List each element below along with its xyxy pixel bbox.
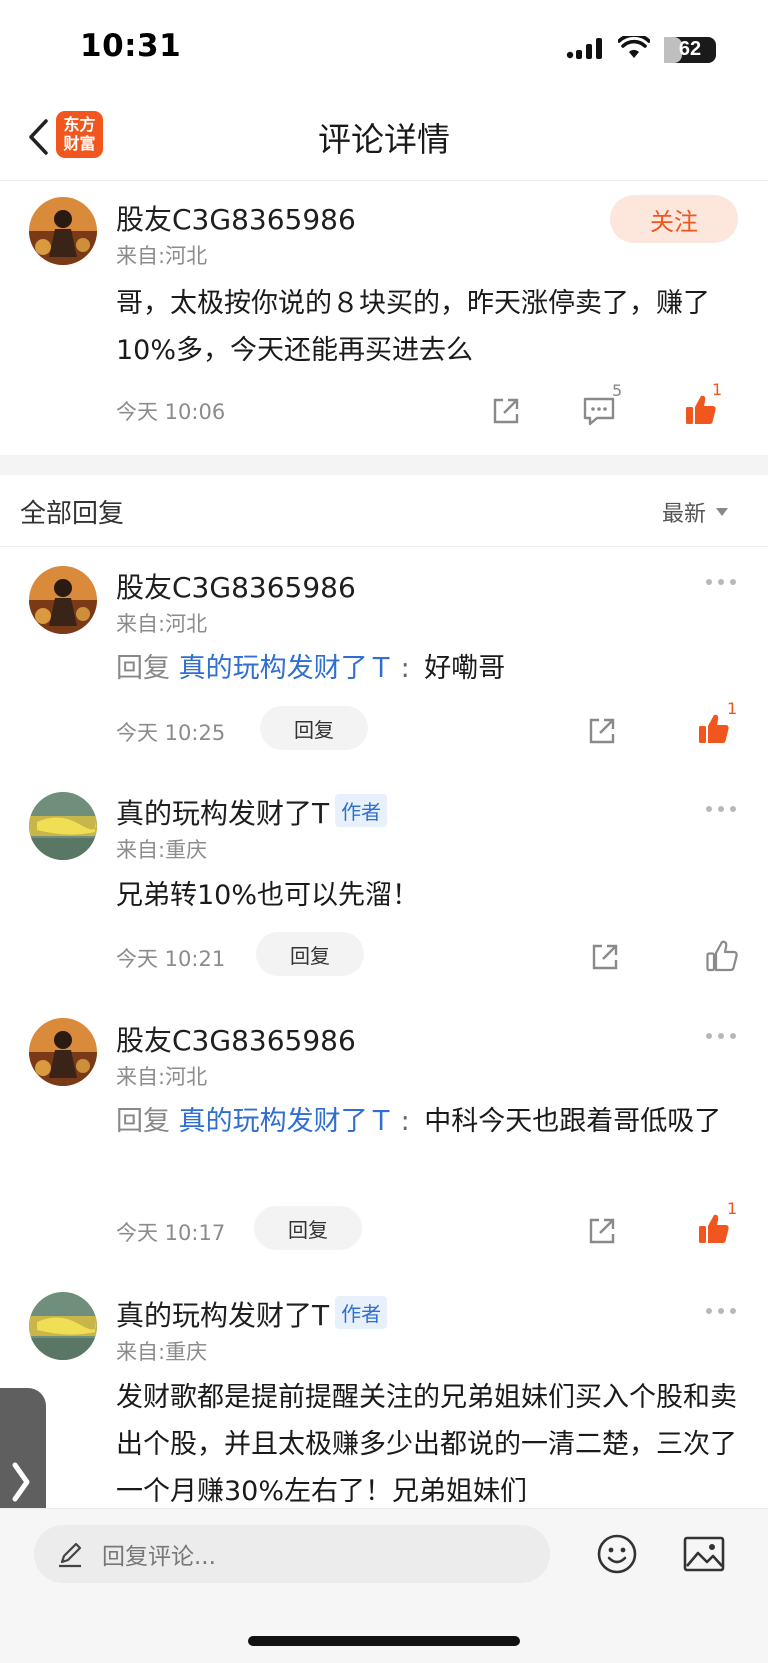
more-icon[interactable] (706, 806, 736, 812)
home-indicator (248, 1636, 520, 1646)
reply-body: 好嘞哥 (424, 653, 506, 684)
like-count: 1 (727, 699, 738, 718)
share-icon[interactable] (587, 939, 623, 975)
reply-author[interactable]: 股友C3G8365986 (116, 566, 356, 606)
reply-author-row: 真的玩构发财了T 作者 (116, 1294, 388, 1334)
reply-location: 来自:重庆 (116, 838, 208, 862)
status-icons: 62 (566, 33, 716, 64)
comment-count: 5 (612, 381, 623, 400)
reply-text: 回复 真的玩构发财了Ｔ: 好嘞哥 (116, 653, 506, 684)
comment-location: 来自:河北 (116, 244, 208, 268)
reply-time: 今天 10:21 (116, 947, 226, 971)
battery-icon: 62 (664, 37, 716, 63)
share-icon[interactable] (584, 1213, 620, 1249)
follow-button[interactable]: 关注 (610, 195, 738, 243)
header-divider (0, 180, 768, 181)
avatar[interactable] (29, 1292, 97, 1360)
like-count: 1 (727, 1199, 738, 1218)
reply-mention[interactable]: 真的玩构发财了Ｔ (179, 1106, 395, 1137)
reply-author-row: 真的玩构发财了T 作者 (116, 792, 388, 832)
reply-text: 发财歌都是提前提醒关注的兄弟姐妹们买入个股和卖出个股，并且太极赚多少出都说的一清… (116, 1382, 737, 1507)
comment-author[interactable]: 股友C3G8365986 (116, 198, 356, 238)
reply-author[interactable]: 真的玩构发财了T (116, 797, 329, 830)
reply-prefix: 回复 (116, 653, 170, 684)
reply-body: 中科今天也跟着哥低吸了 (424, 1106, 722, 1137)
caret-down-icon (716, 508, 728, 516)
section-separator (0, 455, 768, 475)
page-title: 评论详情 (318, 120, 450, 159)
signal-icon (566, 36, 604, 64)
reply-text: 回复 真的玩构发财了Ｔ: 中科今天也跟着哥低吸了 (116, 1106, 722, 1137)
reply-location: 来自:重庆 (116, 1340, 208, 1364)
avatar[interactable] (29, 792, 97, 860)
pencil-icon (59, 1542, 82, 1568)
reply-location: 来自:河北 (116, 1065, 208, 1089)
share-icon[interactable] (488, 393, 524, 429)
image-icon[interactable] (680, 1530, 728, 1578)
battery-level: 62 (678, 38, 702, 60)
share-icon[interactable] (584, 713, 620, 749)
reply-location: 来自:河北 (116, 612, 208, 636)
author-badge: 作者 (335, 794, 388, 827)
sort-dropdown[interactable]: 最新 (662, 496, 728, 528)
comment-time: 今天 10:06 (116, 400, 226, 424)
status-time: 10:31 (80, 28, 182, 64)
more-icon[interactable] (706, 1033, 736, 1039)
reply-input[interactable]: 回复评论... (34, 1525, 550, 1583)
comment-text: 哥，太极按你说的８块买的，昨天涨停卖了，赚了10%多，今天还能再买进去么 (116, 288, 710, 366)
avatar[interactable] (29, 566, 97, 634)
section-divider (0, 546, 768, 547)
more-icon[interactable] (706, 1308, 736, 1314)
chevron-right-icon (12, 1462, 30, 1502)
more-icon[interactable] (706, 579, 736, 585)
like-count: 1 (712, 380, 723, 399)
reply-button[interactable]: 回复 (256, 932, 364, 976)
reply-text: 兄弟转10%也可以先溜！ (116, 880, 420, 911)
reply-prefix: 回复 (116, 1106, 170, 1137)
reply-author[interactable]: 股友C3G8365986 (116, 1019, 356, 1059)
reply-time: 今天 10:25 (116, 721, 226, 745)
emoji-icon[interactable] (593, 1530, 641, 1578)
wifi-icon (617, 33, 651, 64)
avatar[interactable] (29, 1018, 97, 1086)
like-outline-icon[interactable] (703, 937, 741, 975)
reply-button[interactable]: 回复 (254, 1206, 362, 1250)
reply-author[interactable]: 真的玩构发财了T (116, 1299, 329, 1332)
author-badge: 作者 (335, 1296, 388, 1329)
reply-button[interactable]: 回复 (260, 706, 368, 750)
avatar[interactable] (29, 197, 97, 265)
reply-time: 今天 10:17 (116, 1221, 226, 1245)
replies-title: 全部回复 (20, 499, 125, 529)
reply-mention[interactable]: 真的玩构发财了Ｔ (179, 653, 395, 684)
reply-placeholder: 回复评论... (102, 1544, 216, 1570)
sort-label: 最新 (661, 502, 706, 527)
